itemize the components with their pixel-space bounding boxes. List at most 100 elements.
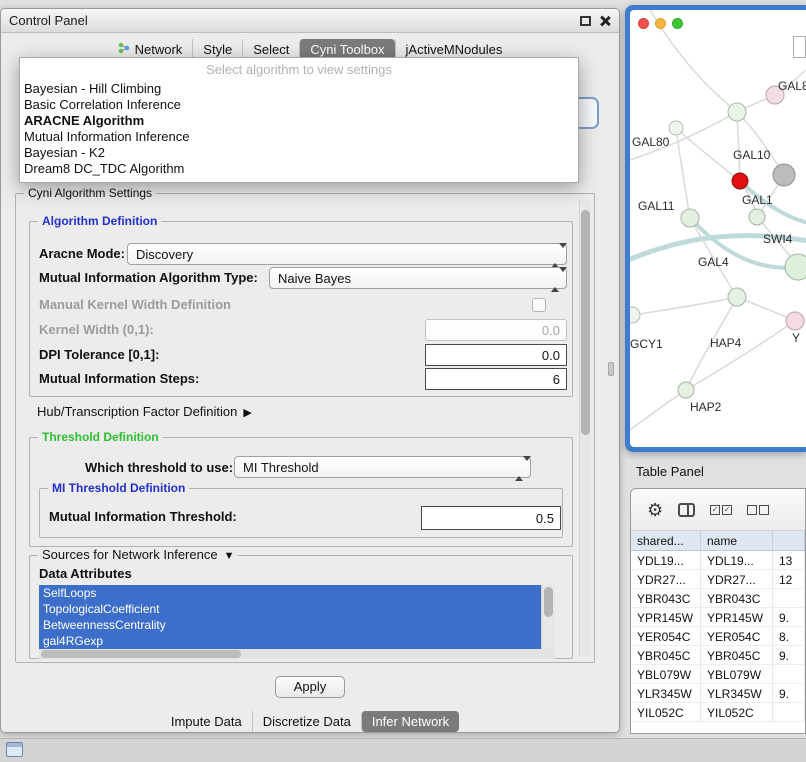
table-row[interactable]: YPR145WYPR145W9.	[631, 608, 805, 627]
mi-threshold-input[interactable]: 0.5	[421, 506, 561, 530]
select-all-columns-icon[interactable]: ✓ ✓	[710, 505, 732, 515]
table-cell	[773, 589, 805, 607]
mi-threshold-label: Mutual Information Threshold:	[49, 509, 237, 524]
window-title: Control Panel	[9, 13, 88, 28]
table-cell: YBR045C	[701, 646, 773, 664]
network-view-window: GAL8GAL80GAL10GAL11GAL1SWI4GAL4GCY1HAP4Y…	[625, 5, 806, 452]
table-row[interactable]: YBR045CYBR045C9.	[631, 646, 805, 665]
network-tab-icon	[118, 42, 130, 57]
table-cell: YPR145W	[631, 608, 701, 626]
svg-text:GAL4: GAL4	[698, 255, 729, 269]
table-row[interactable]: YBL079WYBL079W	[631, 665, 805, 684]
window-controls	[638, 18, 683, 29]
column-header[interactable]: name	[701, 531, 773, 550]
mi-threshold-group-title: MI Threshold Definition	[48, 481, 189, 495]
dpi-tolerance-label: DPI Tolerance [0,1]:	[39, 347, 159, 362]
float-window-icon[interactable]	[580, 16, 591, 26]
close-icon[interactable]	[599, 15, 611, 27]
table-row[interactable]: YIL052CYIL052C	[631, 703, 805, 722]
collapsed-arrow-icon: ▶	[243, 407, 251, 419]
network-canvas-container[interactable]: GAL8GAL80GAL10GAL11GAL1SWI4GAL4GCY1HAP4Y…	[630, 10, 806, 447]
gear-icon[interactable]: ⚙	[647, 501, 663, 519]
attribute-item[interactable]: BetweennessCentrality	[39, 617, 541, 633]
mi-type-value: Naive Bayes	[278, 271, 351, 286]
attribute-item[interactable]: TopologicalCoefficient	[39, 601, 541, 617]
close-traffic-light-icon[interactable]	[638, 18, 649, 29]
settings-scrollbar-thumb[interactable]	[581, 210, 590, 435]
table-cell: YDR27...	[631, 570, 701, 588]
table-cell	[773, 703, 805, 721]
control-panel-titlebar[interactable]: Control Panel	[1, 9, 619, 33]
algorithm-option[interactable]: Basic Correlation Inference	[20, 97, 578, 113]
unselect-all-columns-icon[interactable]	[747, 505, 769, 515]
column-header[interactable]	[773, 531, 805, 550]
column-header[interactable]: shared...	[631, 531, 701, 550]
minimize-traffic-light-icon[interactable]	[655, 18, 666, 29]
table-row[interactable]: YDL19...YDL19...13	[631, 551, 805, 570]
kernel-width-value: 0.0	[542, 323, 560, 338]
table-cell: YLR345W	[631, 684, 701, 702]
table-row[interactable]: YER054CYER054C8.	[631, 627, 805, 646]
settings-scrollbar[interactable]	[579, 200, 591, 656]
network-canvas[interactable]: GAL8GAL80GAL10GAL11GAL1SWI4GAL4GCY1HAP4Y…	[630, 10, 806, 447]
attribute-list-scrollbar-thumb[interactable]	[544, 587, 553, 617]
control-panel-window: Control Panel NetworkStyleSelectCyni Too…	[0, 8, 620, 733]
algorithm-option[interactable]: Dream8 DC_TDC Algorithm	[20, 161, 578, 177]
algorithm-popup: Select algorithm to view settings Bayesi…	[19, 57, 579, 183]
bottom-tab-impute-data[interactable]: Impute Data	[161, 711, 252, 732]
table-cell: YDL19...	[701, 551, 773, 569]
table-cell: YIL052C	[701, 703, 773, 721]
table-cell: YER054C	[701, 627, 773, 645]
algorithm-option[interactable]: ARACNE Algorithm	[20, 113, 578, 129]
kernel-width-input[interactable]: 0.0	[425, 319, 567, 341]
manual-kernel-checkbox[interactable]	[532, 298, 546, 312]
columns-icon[interactable]	[678, 503, 695, 517]
attribute-list-hscrollbar-thumb[interactable]	[41, 650, 241, 658]
dpi-tolerance-input[interactable]: 0.0	[425, 344, 567, 366]
algorithm-option[interactable]: Bayesian - K2	[20, 145, 578, 161]
unchecked-box-icon	[759, 505, 769, 515]
panel-resize-grip[interactable]	[608, 362, 614, 376]
attribute-list[interactable]: SelfLoopsTopologicalCoefficientBetweenne…	[39, 585, 541, 649]
minimized-panel-icon[interactable]	[6, 742, 23, 757]
tab-label: Select	[253, 42, 289, 57]
algorithm-option[interactable]: Mutual Information Inference	[20, 129, 578, 145]
checked-box-icon: ✓	[710, 505, 720, 515]
mi-steps-label: Mutual Information Steps:	[39, 371, 199, 386]
which-threshold-select[interactable]: MI Threshold	[234, 456, 531, 478]
table-cell: YBR045C	[631, 646, 701, 664]
algorithm-option[interactable]: Bayesian - Hill Climbing	[20, 81, 578, 97]
apply-button[interactable]: Apply	[275, 676, 345, 698]
unchecked-box-icon	[747, 505, 757, 515]
network-scrollbar-fragment[interactable]	[793, 36, 806, 58]
algorithm-popup-header: Select algorithm to view settings	[20, 60, 578, 81]
combo-arrows-icon	[551, 272, 561, 286]
aracne-mode-select[interactable]: Discovery	[127, 243, 567, 265]
bottom-tab-infer-network[interactable]: Infer Network	[361, 711, 459, 732]
hub-section-toggle[interactable]: Hub/Transcription Factor Definition▶	[37, 404, 252, 419]
attribute-list-hscrollbar[interactable]	[39, 649, 555, 659]
table-panel-window: ⚙ ✓ ✓ shared...name YDL19...YDL19...13YD…	[630, 488, 806, 734]
table-cell: YLR345W	[701, 684, 773, 702]
table-row[interactable]: YDR27...YDR27...12	[631, 570, 805, 589]
attribute-item[interactable]: SelfLoops	[39, 585, 541, 601]
table-cell: 9.	[773, 608, 805, 626]
sources-group-toggle[interactable]: Sources for Network Inference▼	[38, 548, 238, 563]
combo-arrows-icon	[515, 461, 525, 475]
svg-text:GAL80: GAL80	[632, 135, 670, 149]
attribute-item[interactable]: gal4RGexp	[39, 633, 541, 649]
table-cell: YBL079W	[701, 665, 773, 683]
mi-steps-input[interactable]: 6	[425, 368, 567, 390]
svg-text:SWI4: SWI4	[763, 232, 793, 246]
table-row[interactable]: YLR345WYLR345W9.	[631, 684, 805, 703]
bottom-tab-discretize-data[interactable]: Discretize Data	[252, 711, 361, 732]
table-cell: YDR27...	[701, 570, 773, 588]
svg-text:HAP2: HAP2	[690, 400, 722, 414]
zoom-traffic-light-icon[interactable]	[672, 18, 683, 29]
mi-threshold-value: 0.5	[536, 511, 554, 526]
mi-type-select[interactable]: Naive Bayes	[269, 267, 567, 289]
svg-text:GCY1: GCY1	[630, 337, 663, 351]
table-row[interactable]: YBR043CYBR043C	[631, 589, 805, 608]
attribute-list-scrollbar[interactable]	[541, 585, 555, 649]
table-cell: YER054C	[631, 627, 701, 645]
